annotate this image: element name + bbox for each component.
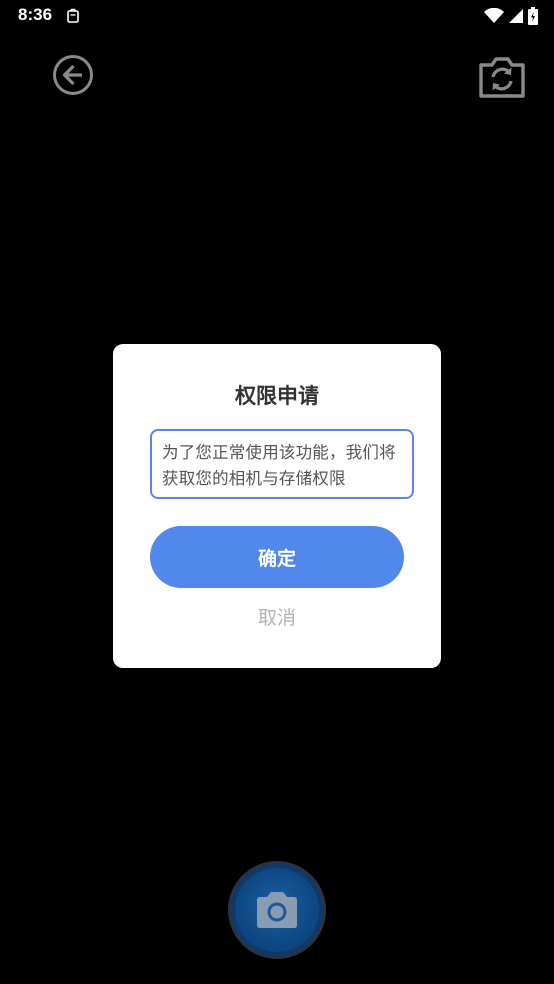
battery-icon	[528, 7, 538, 25]
status-bar: 8:36	[0, 0, 554, 32]
camera-switch-icon	[479, 57, 525, 98]
status-time: 8:36	[18, 5, 53, 24]
shutter-button[interactable]	[228, 861, 326, 959]
camera-icon	[257, 892, 297, 928]
status-icons	[484, 6, 538, 26]
switch-camera-button[interactable]	[477, 55, 527, 99]
dialog-title: 权限申请	[235, 384, 319, 408]
shutter-inner	[235, 868, 319, 952]
cancel-button[interactable]: 取消	[113, 605, 441, 631]
clipboard-icon	[67, 8, 79, 23]
back-button[interactable]	[52, 54, 94, 96]
cell-signal-icon	[509, 9, 523, 23]
wifi-icon	[484, 8, 504, 23]
permission-dialog: 权限申请 为了您正常使用该功能，我们将获取您的相机与存储权限 确定 取消	[113, 344, 441, 668]
confirm-button[interactable]: 确定	[150, 526, 404, 588]
dialog-message-box: 为了您正常使用该功能，我们将获取您的相机与存储权限	[150, 429, 414, 499]
dialog-message: 为了您正常使用该功能，我们将获取您的相机与存储权限	[162, 443, 396, 488]
arrow-left-circle-icon	[53, 55, 93, 95]
